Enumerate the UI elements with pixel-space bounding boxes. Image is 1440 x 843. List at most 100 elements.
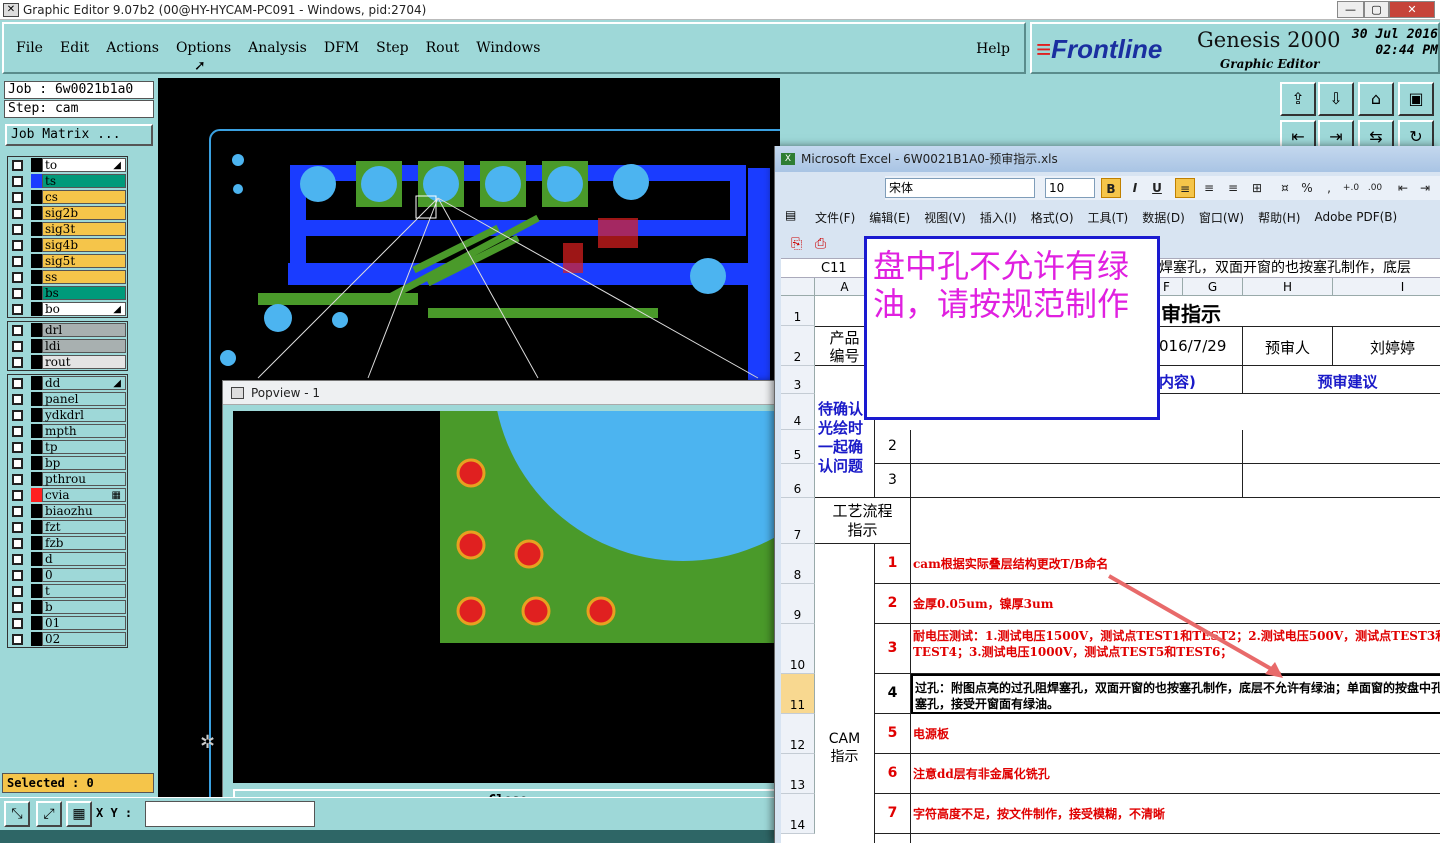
layer-name[interactable]: dd ◢	[42, 376, 126, 390]
menu-step[interactable]: Step	[376, 40, 408, 56]
row-header[interactable]: 4	[781, 394, 815, 430]
layer-checkbox[interactable]	[12, 223, 23, 235]
row-header[interactable]: 5	[781, 430, 815, 464]
merge-icon[interactable]: ⊞	[1247, 178, 1267, 198]
layer-checkbox[interactable]	[12, 553, 23, 565]
layer-checkbox[interactable]	[12, 537, 23, 549]
formula-content[interactable]: 焊塞孔，双面开窗的也按塞孔制作，底层	[1159, 259, 1411, 278]
cam-item-text[interactable]: 注意dd层有非金属化铣孔	[911, 754, 1440, 794]
layer-checkbox[interactable]	[12, 601, 23, 613]
layer-expand-icon[interactable]: ◢	[113, 159, 121, 172]
layer-name[interactable]: bp	[42, 456, 126, 470]
layer-name[interactable]: 02	[42, 632, 126, 646]
layer-name[interactable]: rout	[42, 355, 126, 369]
layer-row[interactable]: drl	[8, 322, 127, 338]
layer-name[interactable]: sig5t	[42, 254, 126, 268]
layer-checkbox[interactable]	[12, 633, 23, 645]
window-icon[interactable]: ▣	[1398, 82, 1434, 116]
layer-checkbox[interactable]	[12, 303, 23, 315]
cam-item-text[interactable]: 字符高度不足，按文件制作，接受模糊，不清晰	[911, 794, 1440, 834]
layer-checkbox[interactable]	[12, 441, 23, 453]
row-header[interactable]: 7	[781, 498, 815, 544]
menu-options[interactable]: Options	[176, 40, 231, 56]
layer-name[interactable]: pthrou	[42, 472, 126, 486]
layer-checkbox[interactable]	[12, 191, 23, 203]
font-select[interactable]: 宋体	[885, 178, 1035, 198]
layer-checkbox[interactable]	[12, 585, 23, 597]
layer-name[interactable]: cs	[42, 190, 126, 204]
layer-row[interactable]: tp	[8, 439, 127, 455]
maximize-button[interactable]: ▢	[1364, 1, 1389, 18]
excel-menu-insert[interactable]: 插入(I)	[980, 209, 1017, 226]
align-center-icon[interactable]: ≡	[1199, 178, 1219, 198]
layer-checkbox[interactable]	[12, 617, 23, 629]
layer-checkbox[interactable]	[12, 569, 23, 581]
row-header[interactable]: 9	[781, 584, 815, 624]
layer-checkbox[interactable]	[12, 505, 23, 517]
layer-name[interactable]: fzb	[42, 536, 126, 550]
layer-name[interactable]: sig2b	[42, 206, 126, 220]
layer-row[interactable]: 02	[8, 631, 127, 647]
layer-checkbox[interactable]	[12, 356, 23, 368]
export-icon[interactable]: ⇪	[1280, 82, 1316, 116]
layer-checkbox[interactable]	[12, 287, 23, 299]
excel-menu-file[interactable]: 文件(F)	[815, 209, 855, 226]
layer-checkbox[interactable]	[12, 207, 23, 219]
row-header[interactable]: 12	[781, 714, 815, 754]
layer-name[interactable]: biaozhu	[42, 504, 126, 518]
cam-item-text[interactable]: 铣槽位不允许批平靠泥	[911, 834, 1440, 843]
layer-name[interactable]: to ◢	[42, 158, 126, 172]
layer-row[interactable]: mpth	[8, 423, 127, 439]
menu-windows[interactable]: Windows	[476, 40, 540, 56]
layer-name[interactable]: sig3t	[42, 222, 126, 236]
layer-checkbox[interactable]	[12, 473, 23, 485]
cam-item-text[interactable]: 电源板	[911, 714, 1440, 754]
excel-menu-data[interactable]: 数据(D)	[1142, 209, 1185, 226]
layer-checkbox[interactable]	[12, 175, 23, 187]
layer-checkbox[interactable]	[12, 271, 23, 283]
excel-menu-format[interactable]: 格式(O)	[1031, 209, 1074, 226]
decrease-decimal-icon[interactable]: .00	[1365, 178, 1385, 198]
layer-row[interactable]: fzt	[8, 519, 127, 535]
layer-row[interactable]: bp	[8, 455, 127, 471]
layer-name[interactable]: ldi	[42, 339, 126, 353]
row-header[interactable]: 3	[781, 366, 815, 394]
layer-checkbox[interactable]	[12, 521, 23, 533]
layer-name[interactable]: cvia ▦	[42, 488, 126, 502]
align-left-icon[interactable]: ≡	[1175, 178, 1195, 198]
menu-edit[interactable]: Edit	[60, 40, 89, 56]
increase-decimal-icon[interactable]: +.0	[1341, 178, 1361, 198]
layer-row[interactable]: bo ◢	[8, 301, 127, 317]
measure-icon[interactable]: ⤢	[36, 801, 62, 827]
col-header-h[interactable]: H	[1243, 278, 1333, 296]
layer-name[interactable]: drl	[42, 323, 126, 337]
grid-icon[interactable]: ▦	[66, 801, 92, 827]
layer-checkbox[interactable]	[12, 239, 23, 251]
excel-menu-help[interactable]: 帮助(H)	[1258, 209, 1300, 226]
layer-row[interactable]: dd ◢	[8, 375, 127, 391]
layer-row[interactable]: sig5t	[8, 253, 127, 269]
layer-name[interactable]: 0	[42, 568, 126, 582]
layer-checkbox[interactable]	[12, 255, 23, 267]
layer-checkbox[interactable]	[12, 340, 23, 352]
font-size-select[interactable]: 10	[1045, 178, 1095, 198]
menu-help[interactable]: Help	[976, 41, 1010, 57]
layer-checkbox[interactable]	[12, 425, 23, 437]
excel-menu-window[interactable]: 窗口(W)	[1199, 209, 1244, 226]
indent-icon[interactable]: ⇤	[1393, 178, 1413, 198]
percent-icon[interactable]: %	[1297, 178, 1317, 198]
select-all[interactable]	[781, 278, 815, 296]
layer-name[interactable]: ydkdrl	[42, 408, 126, 422]
layer-row[interactable]: ydkdrl	[8, 407, 127, 423]
menu-actions[interactable]: Actions	[106, 40, 159, 56]
layer-row[interactable]: fzb	[8, 535, 127, 551]
layer-row[interactable]: ts	[8, 173, 127, 189]
col-header-i[interactable]: I	[1333, 278, 1440, 296]
layer-checkbox[interactable]	[12, 393, 23, 405]
layer-expand-icon[interactable]: ◢	[113, 303, 121, 316]
layer-row[interactable]: ss	[8, 269, 127, 285]
layer-expand-icon[interactable]: ▦	[112, 489, 121, 502]
layer-row[interactable]: bs	[8, 285, 127, 301]
italic-icon[interactable]: I	[1125, 178, 1145, 198]
excel-menu-view[interactable]: 视图(V)	[924, 209, 966, 226]
